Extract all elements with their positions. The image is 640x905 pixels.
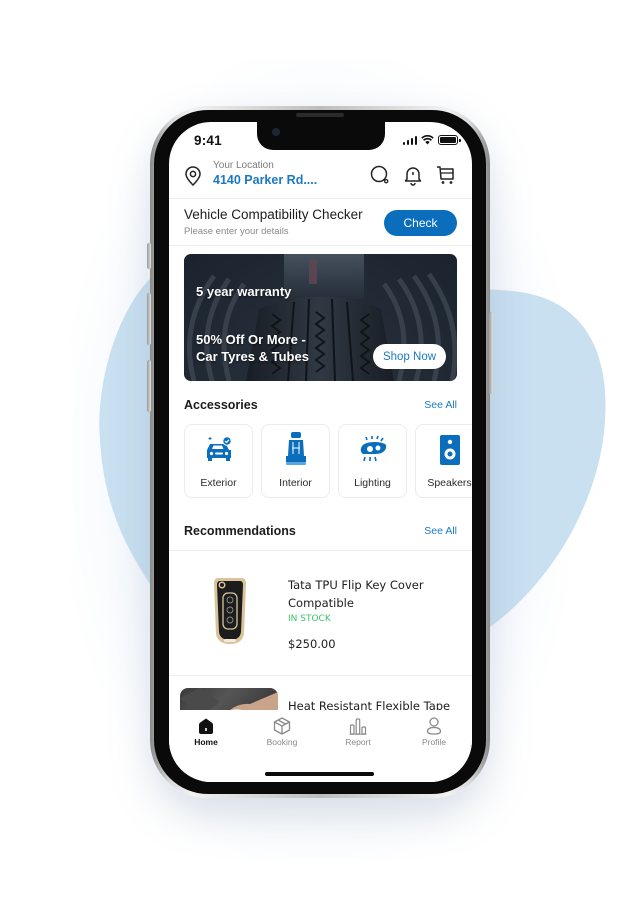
bell-icon[interactable] [402,164,424,186]
accessory-label: Speakers [427,477,472,489]
volume-down-button [147,360,151,412]
promo-banner[interactable]: 5 year warranty 50% Off Or More - Car Ty… [184,254,457,381]
recommendations-title: Recommendations [184,524,296,538]
checker-subtitle: Please enter your details [184,226,289,237]
nav-item-home[interactable]: Home [176,717,236,747]
nav-item-report[interactable]: Report [328,717,388,747]
accessories-title: Accessories [184,398,258,412]
banner-offer-line1: 50% Off Or More - [196,332,306,347]
stock-status: IN STOCK [288,614,331,624]
earpiece-speaker [296,113,344,117]
home-indicator[interactable] [265,772,374,776]
location-label: Your Location [213,160,274,171]
product-price: $250.00 [288,637,336,651]
nav-label: Home [194,737,218,747]
accessories-see-all-link[interactable]: See All [424,399,457,411]
product-divider [169,675,472,676]
car-seat-icon [285,432,306,465]
accessory-card-interior[interactable]: Interior [261,424,330,498]
recommendations-divider [169,550,472,551]
accessory-card-lighting[interactable]: Lighting [338,424,407,498]
notch [257,122,385,150]
nav-label: Report [345,737,371,747]
app-header: Your Location 4140 Parker Rd.... [169,158,472,198]
nav-label: Booking [266,737,298,747]
accessories-carousel[interactable]: Exterior Interior Lighting Speakers [184,424,472,498]
accessory-label: Exterior [200,477,237,489]
shop-now-button[interactable]: Shop Now [373,344,446,369]
status-time: 9:41 [194,133,222,148]
product-card[interactable] [169,552,472,672]
checker-divider [169,245,472,246]
silent-switch [147,243,151,269]
bar-chart-icon [349,718,367,735]
location-value[interactable]: 4140 Parker Rd.... [213,173,317,187]
search-icon[interactable] [369,164,391,186]
package-icon [273,717,291,735]
status-icons [402,135,461,145]
accessory-card-speakers[interactable]: Speakers [415,424,472,498]
power-button [489,312,493,394]
front-camera [272,128,280,136]
location-pin-icon[interactable] [184,166,202,186]
app-screen: 9:41 Your Location 4140 Parker Rd.... Ve… [169,122,472,782]
bottom-nav: Home Booking Report Profile [169,710,472,782]
nav-item-profile[interactable]: Profile [404,717,464,747]
nav-item-booking[interactable]: Booking [252,717,312,747]
banner-offer: 50% Off Or More - Car Tyres & Tubes [196,331,309,365]
car-exterior-icon [206,436,232,461]
checker-title: Vehicle Compatibility Checker [184,207,363,222]
banner-headline: 5 year warranty [196,284,292,299]
headlight-icon [360,435,386,462]
accessory-label: Interior [279,477,312,489]
accessory-label: Lighting [354,477,391,489]
cart-icon[interactable] [435,164,457,186]
volume-up-button [147,293,151,345]
product-image-key-cover [214,578,246,644]
accessory-card-exterior[interactable]: Exterior [184,424,253,498]
banner-offer-line2: Car Tyres & Tubes [196,349,309,364]
user-icon [426,717,442,735]
header-divider [169,198,472,199]
wifi-icon [421,135,434,145]
battery-icon [438,135,461,145]
cellular-signal-icon [402,135,417,145]
check-button[interactable]: Check [384,210,457,236]
speaker-icon [439,435,460,465]
nav-label: Profile [421,737,447,747]
recommendations-see-all-link[interactable]: See All [424,525,457,537]
product-name[interactable]: Tata TPU Flip Key Cover Compatible [288,576,463,612]
home-icon [199,718,213,734]
